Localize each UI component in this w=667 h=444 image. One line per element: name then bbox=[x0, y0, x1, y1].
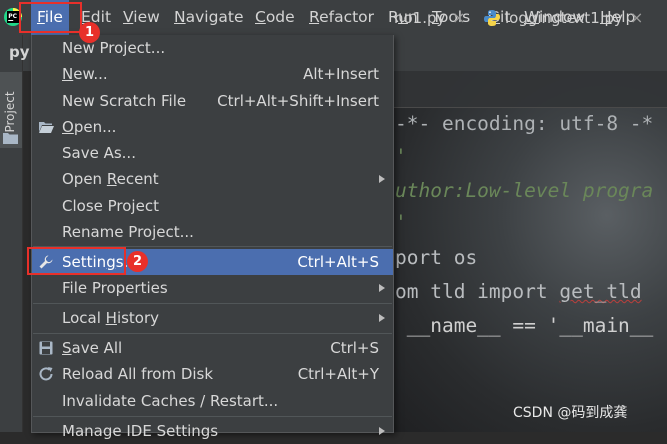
menu-item-open[interactable]: Open... bbox=[32, 114, 393, 140]
close-icon[interactable]: × bbox=[630, 0, 643, 36]
menu-view[interactable]: View bbox=[123, 0, 160, 35]
menu-item-invalidate-caches[interactable]: Invalidate Caches / Restart... bbox=[32, 388, 393, 414]
menu-item-new-scratch-file[interactable]: New Scratch File Ctrl+Alt+Shift+Insert bbox=[32, 88, 393, 114]
python-file-icon bbox=[484, 10, 500, 26]
annotation-badge-2: 2 bbox=[127, 251, 148, 272]
folder-icon bbox=[3, 133, 18, 144]
menu-item-local-history[interactable]: Local History bbox=[32, 305, 393, 331]
code-line-4: ' bbox=[395, 211, 407, 234]
project-title-fragment: py bbox=[9, 43, 30, 61]
code-line-2: ' bbox=[395, 145, 407, 168]
editor-tab-2[interactable]: loggingtext1.py bbox=[505, 0, 623, 36]
submenu-arrow-icon bbox=[379, 175, 385, 183]
code-line-6: om tld import get_tld bbox=[395, 280, 642, 303]
menu-item-open-recent[interactable]: Open Recent bbox=[32, 166, 393, 192]
menu-code[interactable]: Code bbox=[255, 0, 295, 35]
reload-icon bbox=[39, 367, 53, 381]
submenu-arrow-icon bbox=[379, 284, 385, 292]
menu-separator bbox=[33, 416, 392, 417]
menu-item-new[interactable]: New... Alt+Insert bbox=[32, 61, 393, 87]
menu-item-close-project[interactable]: Close Project bbox=[32, 193, 393, 219]
menu-item-rename-project[interactable]: Rename Project... bbox=[32, 219, 393, 245]
folder-open-icon bbox=[39, 122, 54, 133]
code-line-5: port os bbox=[395, 246, 478, 269]
annotation-box-settings bbox=[27, 247, 126, 275]
menu-item-reload-all[interactable]: Reload All from Disk Ctrl+Alt+Y bbox=[32, 361, 393, 387]
menu-item-file-properties[interactable]: File Properties bbox=[32, 275, 393, 301]
svg-text:PC: PC bbox=[8, 13, 17, 20]
submenu-arrow-icon bbox=[379, 427, 385, 435]
editor-tab-1[interactable]: no1.py bbox=[394, 0, 445, 36]
menu-separator bbox=[33, 333, 392, 334]
code-line-7: __name__ == '__main__ bbox=[395, 314, 654, 337]
annotation-box-file bbox=[19, 2, 82, 33]
code-line-3: uthor:Low-level progra bbox=[395, 179, 654, 202]
file-menu-dropdown: New Project... New... Alt+Insert New Scr… bbox=[31, 35, 394, 440]
save-icon bbox=[39, 341, 53, 355]
menu-item-manage-ide-settings[interactable]: Manage IDE Settings bbox=[32, 418, 393, 444]
watermark: CSDN @码到成龚 bbox=[513, 405, 628, 421]
editor-tab-bar bbox=[393, 71, 667, 108]
submenu-arrow-icon bbox=[379, 314, 385, 322]
close-icon[interactable]: × bbox=[452, 0, 465, 36]
menu-item-save-as[interactable]: Save As... bbox=[32, 140, 393, 166]
annotation-badge-1: 1 bbox=[79, 22, 100, 43]
menu-refactor[interactable]: Refactor bbox=[309, 0, 374, 35]
code-line-1: -*- encoding: utf-8 -* bbox=[395, 112, 654, 135]
menu-navigate[interactable]: Navigate bbox=[174, 0, 244, 35]
menu-item-save-all[interactable]: Save All Ctrl+S bbox=[32, 335, 393, 361]
menu-separator bbox=[33, 303, 392, 304]
